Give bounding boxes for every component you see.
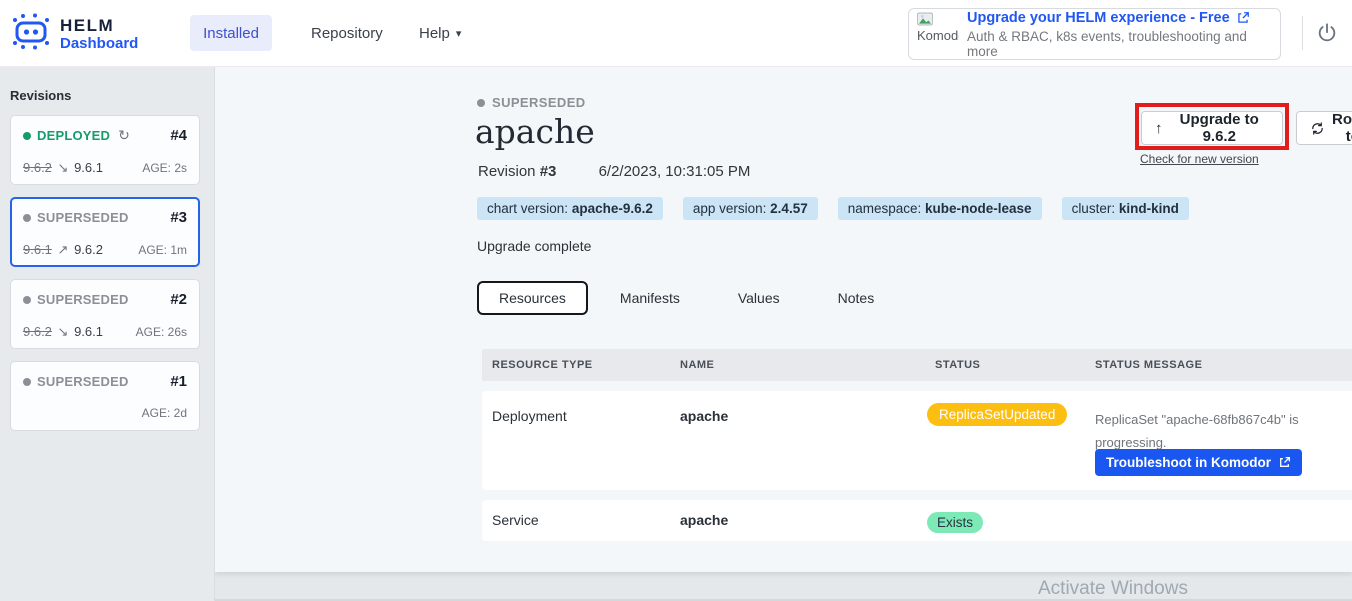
status-dot <box>23 214 31 222</box>
header-divider <box>1302 16 1303 50</box>
version-change: 9.6.2 ↘ 9.6.1 <box>23 324 103 340</box>
revision-age: AGE: 2s <box>142 161 187 175</box>
col-name: NAME <box>680 359 714 371</box>
status-dot <box>23 132 31 140</box>
revision-age: AGE: 2d <box>142 406 187 420</box>
top-header: HELM Dashboard Installed Repository Help… <box>0 0 1352 67</box>
app-version-chip: app version: 2.4.57 <box>683 197 818 220</box>
status-dot <box>23 296 31 304</box>
revision-number: #2 <box>170 291 187 308</box>
revisions-title: Revisions <box>10 88 71 103</box>
rollback-button[interactable]: Rollback to #3 <box>1296 111 1352 145</box>
status-badge: ReplicaSetUpdated <box>927 403 1067 426</box>
troubleshoot-button[interactable]: Troubleshoot in Komodor <box>1095 449 1302 476</box>
revision-card-3[interactable]: SUPERSEDED #3 9.6.1 ↗ 9.6.2 AGE: 1m <box>10 197 200 267</box>
release-metadata-chips: chart version: apache-9.6.2 app version:… <box>477 197 1189 220</box>
power-icon[interactable] <box>1316 22 1340 46</box>
chevron-down-icon: ▾ <box>456 27 462 40</box>
namespace-chip: namespace: kube-node-lease <box>838 197 1042 220</box>
table-row-service: Service apache Exists <box>482 500 1352 541</box>
check-new-version-link[interactable]: Check for new version <box>1140 152 1259 166</box>
col-resource-type: RESOURCE TYPE <box>492 359 593 371</box>
komodor-broken-image: Komodor <box>917 12 959 56</box>
upgrade-arrow-icon: ↗ <box>58 242 69 257</box>
rollback-sync-icon <box>1310 121 1325 136</box>
revision-status: SUPERSEDED <box>37 210 129 225</box>
cluster-chip: cluster: kind-kind <box>1062 197 1189 220</box>
resource-type: Service <box>492 512 539 528</box>
revision-date: 6/2/2023, 10:31:05 PM <box>599 163 751 180</box>
tab-notes[interactable]: Notes <box>820 282 893 314</box>
revision-status: SUPERSEDED <box>37 374 129 389</box>
promo-subtitle: Auth & RBAC, k8s events, troubleshooting… <box>967 29 1270 59</box>
revision-age: AGE: 26s <box>136 325 187 339</box>
revision-number: #1 <box>170 373 187 390</box>
reload-icon[interactable]: ↻ <box>118 127 130 144</box>
helm-logo-icon <box>10 12 52 57</box>
help-menu[interactable]: Help ▾ <box>405 15 475 51</box>
revision-number: #3 <box>540 163 557 180</box>
version-change: 9.6.1 ↗ 9.6.2 <box>23 242 103 258</box>
helm-dashboard-logo[interactable]: HELM Dashboard <box>10 12 138 57</box>
status-message: ReplicaSet "apache-68fb867c4b" is progre… <box>1095 408 1299 454</box>
status-dot <box>23 378 31 386</box>
activate-windows-watermark: Activate Windows <box>1038 578 1188 600</box>
downgrade-arrow-icon: ↘ <box>58 324 69 339</box>
external-link-icon <box>1236 11 1250 25</box>
revision-number: #3 <box>170 209 187 226</box>
upgrade-button[interactable]: ↑ Upgrade to 9.6.2 <box>1141 111 1283 145</box>
logo-title: HELM <box>60 17 138 36</box>
col-status-message: STATUS MESSAGE <box>1095 359 1202 371</box>
resource-name: apache <box>680 512 728 528</box>
komodor-image-alt: Komodor <box>917 29 959 43</box>
revision-card-4[interactable]: DEPLOYED ↻ #4 9.6.2 ↘ 9.6.1 AGE: 2s <box>10 115 200 185</box>
external-link-icon <box>1278 456 1291 469</box>
promo-title: Upgrade your HELM experience - Free <box>967 10 1230 26</box>
col-status: STATUS <box>935 359 980 371</box>
resource-name: apache <box>680 408 728 424</box>
revision-number: #4 <box>170 127 187 144</box>
resource-type: Deployment <box>492 408 567 424</box>
revision-card-1[interactable]: SUPERSEDED #1 AGE: 2d <box>10 361 200 431</box>
release-status: SUPERSEDED <box>477 95 586 110</box>
status-dot <box>477 99 485 107</box>
revision-meta: Revision #3 6/2/2023, 10:31:05 PM <box>478 163 750 180</box>
tab-values[interactable]: Values <box>720 282 798 314</box>
tab-manifests[interactable]: Manifests <box>602 282 698 314</box>
release-title: apache <box>475 112 595 151</box>
release-description: Upgrade complete <box>477 238 591 254</box>
resources-table: RESOURCE TYPE NAME STATUS STATUS MESSAGE… <box>482 349 1352 541</box>
tab-resources[interactable]: Resources <box>477 281 588 315</box>
table-header: RESOURCE TYPE NAME STATUS STATUS MESSAGE <box>482 349 1352 381</box>
revision-status: SUPERSEDED <box>37 292 129 307</box>
version-change: 9.6.2 ↘ 9.6.1 <box>23 160 103 176</box>
revision-status: DEPLOYED <box>37 128 110 143</box>
logo-subtitle: Dashboard <box>60 36 138 53</box>
revision-card-2[interactable]: SUPERSEDED #2 9.6.2 ↘ 9.6.1 AGE: 26s <box>10 279 200 349</box>
release-detail-panel: SUPERSEDED apache Revision #3 6/2/2023, … <box>215 67 1352 572</box>
table-row-deployment: Deployment apache ReplicaSetUpdated Repl… <box>482 391 1352 490</box>
revisions-sidebar: Revisions DEPLOYED ↻ #4 9.6.2 ↘ 9.6.1 AG… <box>0 67 215 601</box>
detail-tabs: Resources Manifests Values Notes <box>477 281 914 315</box>
tab-repository[interactable]: Repository <box>297 15 397 51</box>
tab-installed[interactable]: Installed <box>190 15 272 51</box>
chart-version-chip: chart version: apache-9.6.2 <box>477 197 663 220</box>
downgrade-arrow-icon: ↘ <box>58 160 69 175</box>
revision-age: AGE: 1m <box>138 243 187 257</box>
status-badge: Exists <box>927 512 983 533</box>
komodor-promo-banner[interactable]: Komodor Upgrade your HELM experience - F… <box>908 8 1281 60</box>
up-arrow-icon: ↑ <box>1155 120 1163 137</box>
